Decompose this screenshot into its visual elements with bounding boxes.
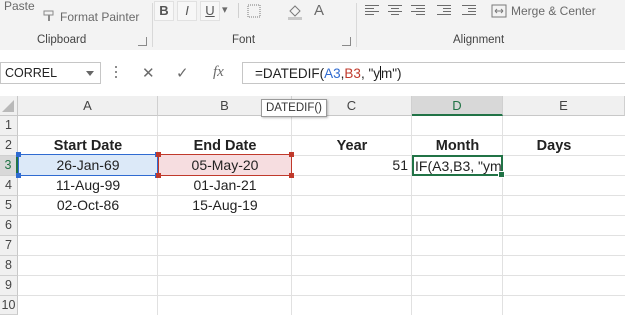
ribbon-divider [356, 3, 357, 47]
name-box-value: CORREL [5, 66, 58, 80]
ribbon-divider [152, 3, 153, 47]
row-header-10[interactable]: 10 [0, 296, 18, 315]
row-header-8[interactable]: 8 [0, 256, 18, 276]
align-center-icon[interactable] [388, 5, 402, 17]
formula-ref-a3: A3 [324, 66, 341, 81]
gridline [18, 235, 625, 236]
row-header-6[interactable]: 6 [0, 216, 18, 236]
font-color-icon[interactable]: A [314, 2, 324, 19]
cell-b2[interactable]: End Date [158, 136, 292, 156]
name-box[interactable]: CORREL [0, 62, 101, 84]
column-header-e[interactable]: E [503, 96, 625, 116]
gridline [18, 275, 625, 276]
decrease-indent-icon[interactable] [437, 5, 451, 17]
merge-center-icon [491, 4, 507, 18]
gridline [18, 215, 625, 216]
active-cell-d3[interactable]: IF(A3,B3, "ym' [412, 155, 505, 178]
select-all-corner[interactable] [0, 96, 18, 116]
merge-center-button[interactable]: Merge & Center [511, 4, 596, 18]
fill-color-icon[interactable] [286, 2, 304, 20]
chevron-down-icon[interactable] [86, 71, 94, 76]
cell-d3-edit-text: IF(A3,B3, "ym' [415, 158, 501, 174]
cell-a2[interactable]: Start Date [18, 136, 158, 156]
align-right-icon[interactable] [411, 5, 425, 17]
row-header-4[interactable]: 4 [0, 176, 18, 196]
cancel-icon[interactable]: ✕ [142, 64, 155, 82]
bold-button[interactable]: B [154, 1, 174, 21]
underline-button[interactable]: U [200, 1, 220, 21]
row-header-9[interactable]: 9 [0, 276, 18, 296]
paste-button[interactable]: Paste [4, 0, 35, 13]
cell-e2[interactable]: Days [503, 136, 605, 156]
insert-function-icon[interactable]: fx [213, 64, 224, 81]
row-header-7[interactable]: 7 [0, 236, 18, 256]
format-painter-icon [43, 9, 55, 21]
formula-text: =DATEDIF(A3,B3, "ym") [255, 66, 402, 81]
cell-a4[interactable]: 11-Aug-99 [18, 175, 158, 195]
cell-c2[interactable]: Year [292, 136, 412, 156]
enter-icon[interactable]: ✓ [176, 64, 189, 82]
align-left-icon[interactable] [365, 5, 379, 17]
cell-b3[interactable]: 05-May-20 [158, 155, 292, 175]
format-painter-button[interactable]: Format Painter [60, 10, 139, 24]
gridline [18, 255, 625, 256]
cell-c3[interactable]: 51 [292, 155, 408, 175]
cell-a5[interactable]: 02-Oct-86 [18, 195, 158, 215]
formula-ref-b3: B3 [344, 66, 361, 81]
font-launcher-icon[interactable] [342, 37, 351, 46]
font-group-label: Font [232, 34, 256, 46]
clipboard-launcher-icon[interactable] [138, 37, 147, 46]
underline-dropdown-icon[interactable]: ▾ [222, 3, 228, 16]
italic-button[interactable]: I [177, 1, 197, 21]
borders-icon[interactable] [246, 3, 262, 19]
cell-b4[interactable]: 01-Jan-21 [158, 175, 292, 195]
cell-b5[interactable]: 15-Aug-19 [158, 195, 292, 215]
fill-handle[interactable] [498, 171, 505, 178]
increase-indent-icon[interactable] [462, 5, 476, 17]
cell-a3[interactable]: 26-Jan-69 [18, 155, 158, 175]
row-header-1[interactable]: 1 [0, 116, 18, 136]
formula-input[interactable]: =DATEDIF(A3,B3, "ym") [242, 62, 625, 84]
clipboard-group-label: Clipboard [37, 34, 87, 46]
column-header-a[interactable]: A [18, 96, 158, 116]
function-tooltip[interactable]: DATEDIF() [261, 99, 328, 117]
font-divider [238, 3, 239, 18]
formula-bar-grip-icon [115, 66, 117, 80]
row-header-5[interactable]: 5 [0, 196, 18, 216]
column-header-d[interactable]: D [412, 96, 503, 116]
alignment-group-label: Alignment [453, 34, 505, 46]
cell-d2[interactable]: Month [412, 136, 503, 156]
gridline [18, 295, 625, 296]
